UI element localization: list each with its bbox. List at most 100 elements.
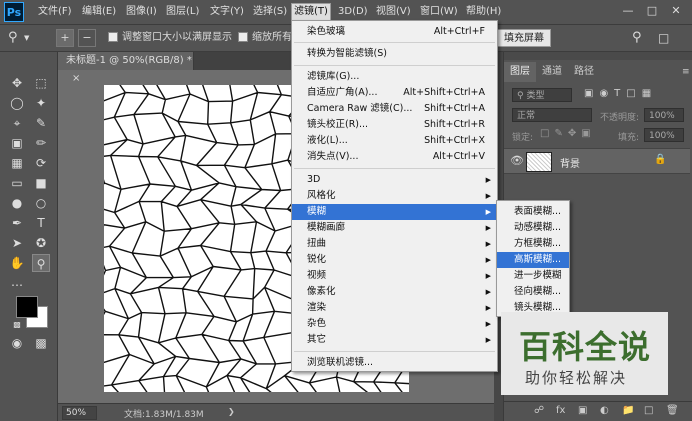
visibility-eye-icon[interactable]: 👁 — [510, 154, 524, 167]
magic-wand-icon[interactable]: ✦ — [32, 94, 50, 112]
path-selection-icon[interactable]: ➤ — [8, 234, 26, 252]
crop-tool-icon[interactable]: ⌖ — [8, 114, 26, 132]
link-layers-icon[interactable]: ☍ — [534, 405, 544, 416]
menu-item-browse-online-filters[interactable]: 浏览联机滤镜... — [292, 355, 497, 371]
zoom-tool-icon[interactable]: ⚲ — [32, 254, 50, 272]
menu-item-blur[interactable]: 模糊 ▶ — [292, 204, 497, 220]
quick-mask-icon[interactable]: ◉ — [8, 334, 26, 352]
resize-windows-checkbox[interactable] — [108, 32, 118, 42]
zoom-in-icon[interactable]: + — [56, 29, 74, 47]
menu-item-pixelate[interactable]: 像素化 ▶ — [292, 284, 497, 300]
default-colors-icon[interactable]: ▩ — [8, 316, 26, 334]
menu-view[interactable]: 视图(V) — [374, 4, 413, 20]
screen-mode-icon[interactable]: ▩ — [32, 334, 50, 352]
search-icon[interactable]: ⚲ — [632, 30, 642, 46]
watermark: 百科全说 助你轻松解决 — [501, 312, 668, 395]
submenu-arrow-icon: ▶ — [485, 336, 491, 344]
marquee-tool-icon[interactable]: ⬚ — [32, 74, 50, 92]
move-tool-icon[interactable]: ✥ — [8, 74, 26, 92]
menu-item-stylize[interactable]: 风格化 ▶ — [292, 188, 497, 204]
panel-menu-icon[interactable]: ≡ — [676, 62, 692, 82]
menu-item-vanishing-point[interactable]: 消失点(V)... Alt+Ctrl+V — [292, 149, 497, 165]
menu-select[interactable]: 选择(S) — [251, 4, 289, 20]
adjustment-layer-icon[interactable]: ◐ — [600, 405, 609, 416]
pen-tool-icon[interactable]: ✒ — [8, 214, 26, 232]
menu-item-filter-gallery[interactable]: 滤镜库(G)... — [292, 69, 497, 85]
menu-item-blur-gallery[interactable]: 模糊画廊 ▶ — [292, 220, 497, 236]
menu-item-liquify[interactable]: 液化(L)... Shift+Ctrl+X — [292, 133, 497, 149]
zoom-level-field[interactable]: 50% — [62, 406, 97, 420]
eraser-icon[interactable]: ▭ — [8, 174, 26, 192]
history-brush-icon[interactable]: ⟳ — [32, 154, 50, 172]
layer-row[interactable]: 👁 背景 🔒 — [504, 148, 690, 174]
clone-stamp-icon[interactable]: ▦ — [8, 154, 26, 172]
menu-item-lens-correction[interactable]: 镜头校正(R)... Shift+Ctrl+R — [292, 117, 497, 133]
brush-tool-icon[interactable]: ✏ — [32, 134, 50, 152]
menu-image[interactable]: 图像(I) — [124, 4, 159, 20]
zoom-out-icon[interactable]: − — [78, 29, 96, 47]
menu-3d[interactable]: 3D(D) — [336, 4, 370, 20]
menu-edit[interactable]: 编辑(E) — [80, 4, 118, 20]
document-tab[interactable]: 未标题-1 @ 50%(RGB/8) * × — [58, 52, 194, 84]
close-tab-icon[interactable]: × — [72, 73, 80, 84]
type-tool-icon[interactable]: T — [32, 214, 50, 232]
dodge-tool-icon[interactable]: ○ — [32, 194, 50, 212]
healing-brush-icon[interactable]: ▣ — [8, 134, 26, 152]
zoom-tool-icon[interactable]: ⚲ — [8, 30, 18, 46]
menu-filter[interactable]: 滤镜(T) — [291, 3, 331, 21]
submenu-item-radial-blur[interactable]: 径向模糊... — [497, 284, 569, 300]
menu-item-camera-raw[interactable]: Camera Raw 滤镜(C)... Shift+Ctrl+A — [292, 101, 497, 117]
menu-item-stained-glass[interactable]: 染色玻璃 Alt+Ctrl+F — [292, 24, 497, 40]
fill-screen-button[interactable]: 填充屏幕 — [497, 29, 551, 47]
submenu-item-box-blur[interactable]: 方框模糊... — [497, 236, 569, 252]
submenu-item-surface-blur[interactable]: 表面模糊... — [497, 204, 569, 220]
group-icon[interactable]: 📁 — [622, 405, 634, 416]
blend-mode-select[interactable]: 正常 — [512, 108, 592, 122]
tab-channels[interactable]: 通道 — [536, 62, 568, 82]
submenu-item-motion-blur[interactable]: 动感模糊... — [497, 220, 569, 236]
tab-layers[interactable]: 图层 — [504, 62, 536, 82]
shape-tool-icon[interactable]: ✪ — [32, 234, 50, 252]
layer-style-icon[interactable]: fx — [556, 405, 565, 416]
maximize-button[interactable]: □ — [642, 3, 662, 19]
menu-item-sharpen[interactable]: 锐化 ▶ — [292, 252, 497, 268]
menu-item-render[interactable]: 渲染 ▶ — [292, 300, 497, 316]
opacity-field[interactable]: 100% — [644, 108, 684, 122]
status-arrow-icon[interactable]: ❯ — [228, 407, 235, 416]
blur-tool-icon[interactable]: ● — [8, 194, 26, 212]
tab-paths[interactable]: 路径 — [568, 62, 600, 82]
submenu-item-gaussian-blur[interactable]: 高斯模糊... — [497, 252, 569, 268]
menu-item-other[interactable]: 其它 ▶ — [292, 332, 497, 348]
zoom-all-checkbox[interactable] — [238, 32, 248, 42]
eyedropper-icon[interactable]: ✎ — [32, 114, 50, 132]
fill-field[interactable]: 100% — [644, 128, 684, 142]
gradient-tool-icon[interactable]: ■ — [32, 174, 50, 192]
chevron-down-icon[interactable]: ▼ — [24, 30, 29, 46]
lock-icons[interactable]: □✎✥▣ — [540, 128, 596, 139]
menu-item-video[interactable]: 视频 ▶ — [292, 268, 497, 284]
hand-tool-icon[interactable]: ✋ — [8, 254, 26, 272]
submenu-arrow-icon: ▶ — [485, 320, 491, 328]
menu-layer[interactable]: 图层(L) — [164, 4, 201, 20]
menu-item-noise[interactable]: 杂色 ▶ — [292, 316, 497, 332]
submenu-item-blur-more[interactable]: 进一步模糊 — [497, 268, 569, 284]
delete-layer-icon[interactable]: 🗑 — [666, 405, 679, 416]
new-layer-icon[interactable]: □ — [644, 405, 653, 416]
foreground-color-swatch[interactable] — [16, 296, 38, 318]
layer-filter-select[interactable]: ⚲ 类型 — [512, 88, 572, 102]
filter-icons[interactable]: ▣◉T□▦ — [584, 88, 657, 99]
menu-item-3d[interactable]: 3D ▶ — [292, 172, 497, 188]
menu-file[interactable]: 文件(F) — [36, 4, 74, 20]
menu-help[interactable]: 帮助(H) — [464, 4, 503, 20]
menu-window[interactable]: 窗口(W) — [418, 4, 460, 20]
menu-item-distort[interactable]: 扭曲 ▶ — [292, 236, 497, 252]
lasso-tool-icon[interactable]: ◯ — [8, 94, 26, 112]
menu-item-convert-smart-filter[interactable]: 转换为智能滤镜(S) — [292, 46, 497, 62]
more-tools-icon[interactable]: ⋯ — [8, 276, 26, 294]
menu-item-adaptive-wide-angle[interactable]: 自适应广角(A)... Alt+Shift+Ctrl+A — [292, 85, 497, 101]
close-window-button[interactable]: ✕ — [666, 3, 686, 19]
add-mask-icon[interactable]: ▣ — [578, 405, 587, 416]
minimize-button[interactable]: — — [618, 3, 638, 19]
workspace-icon[interactable]: □ — [658, 30, 669, 46]
menu-type[interactable]: 文字(Y) — [208, 4, 246, 20]
